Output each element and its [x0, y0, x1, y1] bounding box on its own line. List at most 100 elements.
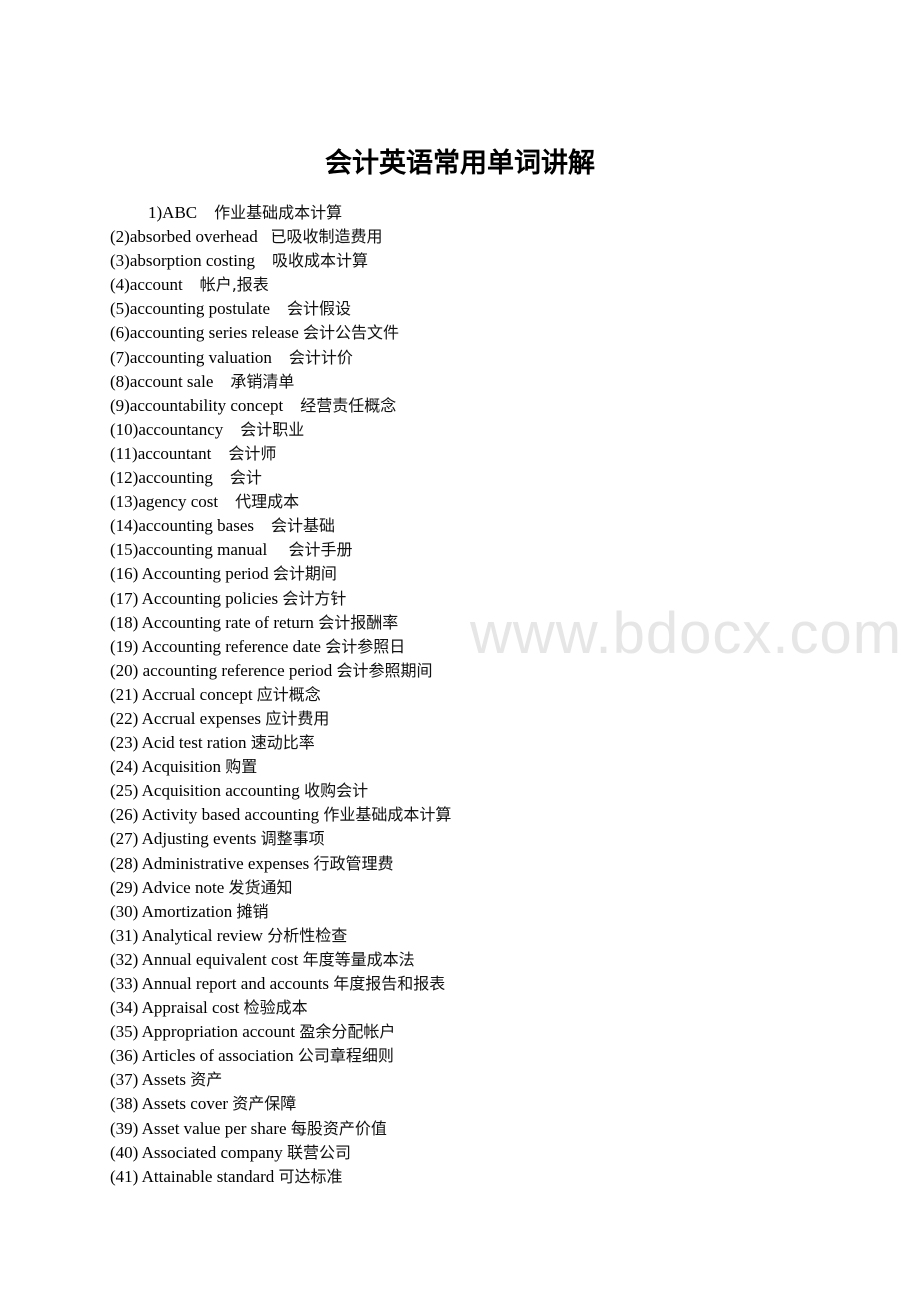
glossary-entry: (41) Attainable standard 可达标准: [110, 1165, 451, 1189]
glossary-entry: (7)accounting valuation 会计计价: [110, 346, 451, 370]
entry-term: (16) Accounting period: [110, 564, 273, 584]
glossary-entry: (32) Annual equivalent cost 年度等量成本法: [110, 948, 451, 972]
document-page: www.bdocx.com 会计英语常用单词讲解 1)ABC 作业基础成本计算(…: [0, 0, 920, 1302]
glossary-entry: (9)accountability concept 经营责任概念: [110, 394, 451, 418]
entry-term: (8)account sale: [110, 371, 231, 391]
entry-translation: 资产保障: [232, 1094, 297, 1114]
entry-translation: 摊销: [236, 901, 269, 921]
entry-translation: 经营责任概念: [300, 395, 397, 415]
glossary-entry: (36) Articles of association 公司章程细则: [110, 1044, 451, 1068]
entry-translation: 会计: [229, 468, 262, 488]
glossary-entry: (13)agency cost 代理成本: [110, 490, 451, 514]
entry-term: (14)accounting bases: [110, 516, 271, 536]
entry-term: (11)accountant: [110, 443, 229, 463]
glossary-entry: (14)accounting bases 会计基础: [110, 514, 451, 538]
entry-translation: 收购会计: [304, 781, 369, 801]
glossary-entry: (5)accounting postulate 会计假设: [110, 297, 451, 321]
entry-translation: 承销清单: [230, 371, 295, 391]
document-title: 会计英语常用单词讲解: [325, 148, 595, 179]
glossary-entry: (34) Appraisal cost 检验成本: [110, 996, 451, 1020]
glossary-entry: (18) Accounting rate of return 会计报酬率: [110, 611, 451, 635]
entry-term: (34) Appraisal cost: [110, 998, 244, 1018]
entry-translation: 可达标准: [278, 1166, 343, 1186]
entry-term: (19) Accounting reference date: [110, 636, 326, 656]
glossary-entry: (25) Acquisition accounting 收购会计: [110, 779, 451, 803]
entry-translation: 会计假设: [287, 299, 352, 319]
entry-term: (30) Amortization: [110, 901, 237, 921]
glossary-entry: (16) Accounting period 会计期间: [110, 562, 451, 586]
entry-translation: 公司章程细则: [297, 1046, 394, 1066]
entry-term: (7)accounting valuation: [110, 347, 289, 367]
glossary-entry: (38) Assets cover 资产保障: [110, 1092, 451, 1116]
entry-term: (15)accounting manual: [110, 540, 289, 560]
glossary-entry: (8)account sale 承销清单: [110, 370, 451, 394]
entry-translation: 每股资产价值: [290, 1118, 387, 1138]
glossary-entry: (22) Accrual expenses 应计费用: [110, 707, 451, 731]
glossary-entry: (30) Amortization 摊销: [110, 900, 451, 924]
entry-translation: 应计概念: [256, 684, 321, 704]
entry-term: (31) Analytical review: [110, 925, 268, 945]
entry-translation: 已吸收制造费用: [270, 227, 383, 247]
glossary-entry: (21) Accrual concept 应计概念: [110, 683, 451, 707]
glossary-entry: (15)accounting manual 会计手册: [110, 538, 451, 562]
glossary-entry: (17) Accounting policies 会计方针: [110, 587, 451, 611]
entry-translation: 会计参照期间: [336, 660, 433, 680]
entry-translation: 代理成本: [235, 492, 300, 512]
glossary-entry: (37) Assets 资产: [110, 1068, 451, 1092]
glossary-entry: (10)accountancy 会计职业: [110, 418, 451, 442]
glossary-entry: (33) Annual report and accounts 年度报告和报表: [110, 972, 451, 996]
entry-translation: 购置: [225, 757, 258, 777]
entry-translation: 年度等量成本法: [302, 949, 415, 969]
entry-translation: 调整事项: [260, 829, 325, 849]
entry-term: (37) Assets: [110, 1070, 191, 1090]
glossary-entry: (35) Appropriation account 盈余分配帐户: [110, 1020, 451, 1044]
entry-term: (12)accounting: [110, 468, 230, 488]
entry-translation: 会计职业: [240, 419, 305, 439]
entry-term: (18) Accounting rate of return: [110, 612, 319, 632]
entry-translation: 会计手册: [288, 540, 353, 560]
glossary-entry: (2)absorbed overhead 已吸收制造费用: [110, 225, 451, 249]
entry-term: (25) Acquisition accounting: [110, 781, 305, 801]
glossary-entry: (27) Adjusting events 调整事项: [110, 827, 451, 851]
entry-term: (26) Activity based accounting: [110, 805, 324, 825]
entry-term: (17) Accounting policies: [110, 588, 283, 608]
entry-translation: 会计期间: [272, 564, 337, 584]
entry-translation: 会计计价: [288, 347, 353, 367]
entry-translation: 会计方针: [282, 588, 347, 608]
glossary-entry: (26) Activity based accounting 作业基础成本计算: [110, 803, 451, 827]
entry-translation: 检验成本: [243, 998, 308, 1018]
glossary-entry: (11)accountant 会计师: [110, 442, 451, 466]
glossary-entry: (39) Asset value per share 每股资产价值: [110, 1117, 451, 1141]
entry-term: (2)absorbed overhead: [110, 227, 271, 247]
entry-translation: 作业基础成本计算: [214, 203, 343, 222]
entry-translation: 帐户,报表: [199, 275, 269, 295]
entry-term: (23) Acid test ration: [110, 733, 251, 753]
entry-term: (40) Associated company: [110, 1142, 288, 1162]
glossary-entry: (24) Acquisition 购置: [110, 755, 451, 779]
entry-translation: 年度报告和报表: [333, 974, 446, 993]
entry-term: (27) Adjusting events: [110, 829, 261, 849]
entry-term: (33) Annual report and accounts: [110, 974, 334, 993]
entry-term: (29) Advice note: [110, 877, 229, 897]
entry-term: (39) Asset value per share: [110, 1118, 291, 1138]
entry-translation: 会计基础: [270, 516, 335, 536]
entry-term: (3)absorption costing: [110, 251, 272, 271]
entry-translation: 资产: [190, 1070, 223, 1090]
glossary-entry: (4)account 帐户,报表: [110, 273, 451, 297]
entry-term: (32) Annual equivalent cost: [110, 949, 303, 969]
entry-term: (5)accounting postulate: [110, 299, 288, 319]
entry-term: (28) Administrative expenses: [110, 853, 314, 873]
entry-translation: 速动比率: [250, 733, 315, 753]
entry-term: (41) Attainable standard: [110, 1166, 279, 1186]
entry-translation: 分析性检查: [267, 925, 348, 945]
glossary-list: 1)ABC 作业基础成本计算 (2)absorbed overhead 已吸收制造…: [110, 201, 451, 1189]
entry-term: (35) Appropriation account: [110, 1022, 300, 1042]
entry-term: (22) Accrual expenses: [110, 708, 266, 728]
entry-term: (24) Acquisition: [110, 757, 226, 777]
glossary-entry: (20) accounting reference period 会计参照期间: [110, 659, 451, 683]
entry-translation: 发货通知: [228, 877, 293, 897]
entry-term: (9)accountability concept: [110, 395, 301, 415]
entry-translation: 应计费用: [265, 708, 330, 728]
entry-translation: 作业基础成本计算: [323, 805, 452, 825]
glossary-entry: (29) Advice note 发货通知: [110, 876, 451, 900]
